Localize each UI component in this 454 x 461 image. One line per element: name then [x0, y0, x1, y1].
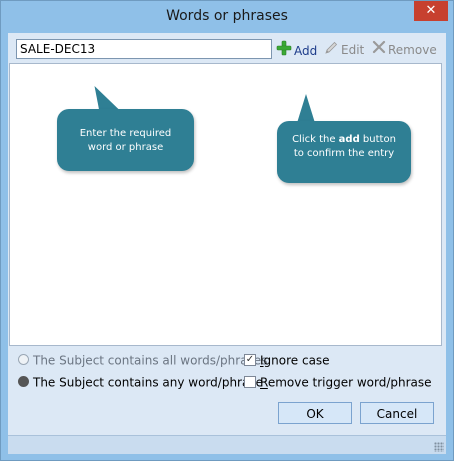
edit-button-label: Edit [341, 43, 365, 57]
plus-icon [276, 40, 292, 61]
phrase-input[interactable] [16, 39, 272, 59]
match-all-radio-indicator[interactable] [18, 354, 29, 365]
add-hint-callout: Click the add button to confirm the entr… [277, 121, 411, 183]
window-title: Words or phrases [166, 8, 288, 24]
phrase-list[interactable]: Enter the required word or phrase Click … [9, 63, 442, 346]
remove-trigger-label: Remove trigger word/phrase [260, 376, 432, 390]
input-hint-callout: Enter the required word or phrase [57, 109, 194, 171]
add-hint-line-2: to confirm the entry [293, 148, 395, 159]
match-all-label: The Subject contains all words/phrases [33, 353, 268, 368]
input-hint-line-1: Enter the required [79, 128, 172, 139]
dialog-window: Words or phrases ✕ Add [0, 0, 454, 461]
add-button[interactable]: Add [276, 40, 317, 58]
remove-button-label: Remove [388, 42, 437, 57]
add-hint-bold: add [338, 134, 360, 145]
pencil-icon [324, 40, 339, 60]
match-all-radio[interactable]: The Subject contains all words/phrases [18, 353, 267, 368]
remove-trigger-mnemonic: R [260, 375, 268, 390]
callout-pointer [297, 94, 315, 123]
ignore-case-label: Ignore case [260, 354, 330, 368]
phrase-toolbar: Add Edit Remove [8, 33, 446, 63]
match-any-radio[interactable]: The Subject contains any word/phrase [18, 375, 263, 390]
x-icon [372, 40, 386, 59]
dialog-body: Add Edit Remove [8, 33, 446, 454]
match-any-label: The Subject contains any word/phrase [33, 375, 263, 390]
remove-button[interactable]: Remove [372, 40, 437, 58]
cancel-button[interactable]: Cancel [360, 402, 434, 424]
match-any-radio-indicator[interactable] [18, 376, 29, 387]
add-hint-prefix: Click the [292, 134, 339, 145]
remove-trigger-checkbox[interactable]: Remove trigger word/phrase [244, 375, 432, 390]
ignore-case-checkbox[interactable]: ✓ Ignore case [244, 353, 330, 368]
ignore-case-label-rest: gnore case [263, 353, 330, 368]
title-bar[interactable]: Words or phrases ✕ [1, 1, 453, 33]
add-hint-suffix: button [359, 134, 396, 145]
close-button[interactable]: ✕ [414, 1, 448, 21]
input-hint-line-2: word or phrase [87, 142, 164, 153]
add-hint-line-1: Click the add button [277, 133, 411, 147]
edit-button[interactable]: Edit [324, 40, 364, 58]
ignore-case-check-indicator[interactable]: ✓ [244, 353, 256, 366]
close-icon: ✕ [425, 3, 437, 18]
add-button-label: Add [294, 43, 318, 58]
remove-trigger-label-rest: emove trigger word/phrase [267, 375, 432, 390]
ok-button[interactable]: OK [278, 402, 352, 424]
resize-grip-icon[interactable] [434, 442, 444, 452]
status-bar [8, 435, 446, 454]
remove-trigger-check-indicator[interactable] [244, 375, 256, 388]
